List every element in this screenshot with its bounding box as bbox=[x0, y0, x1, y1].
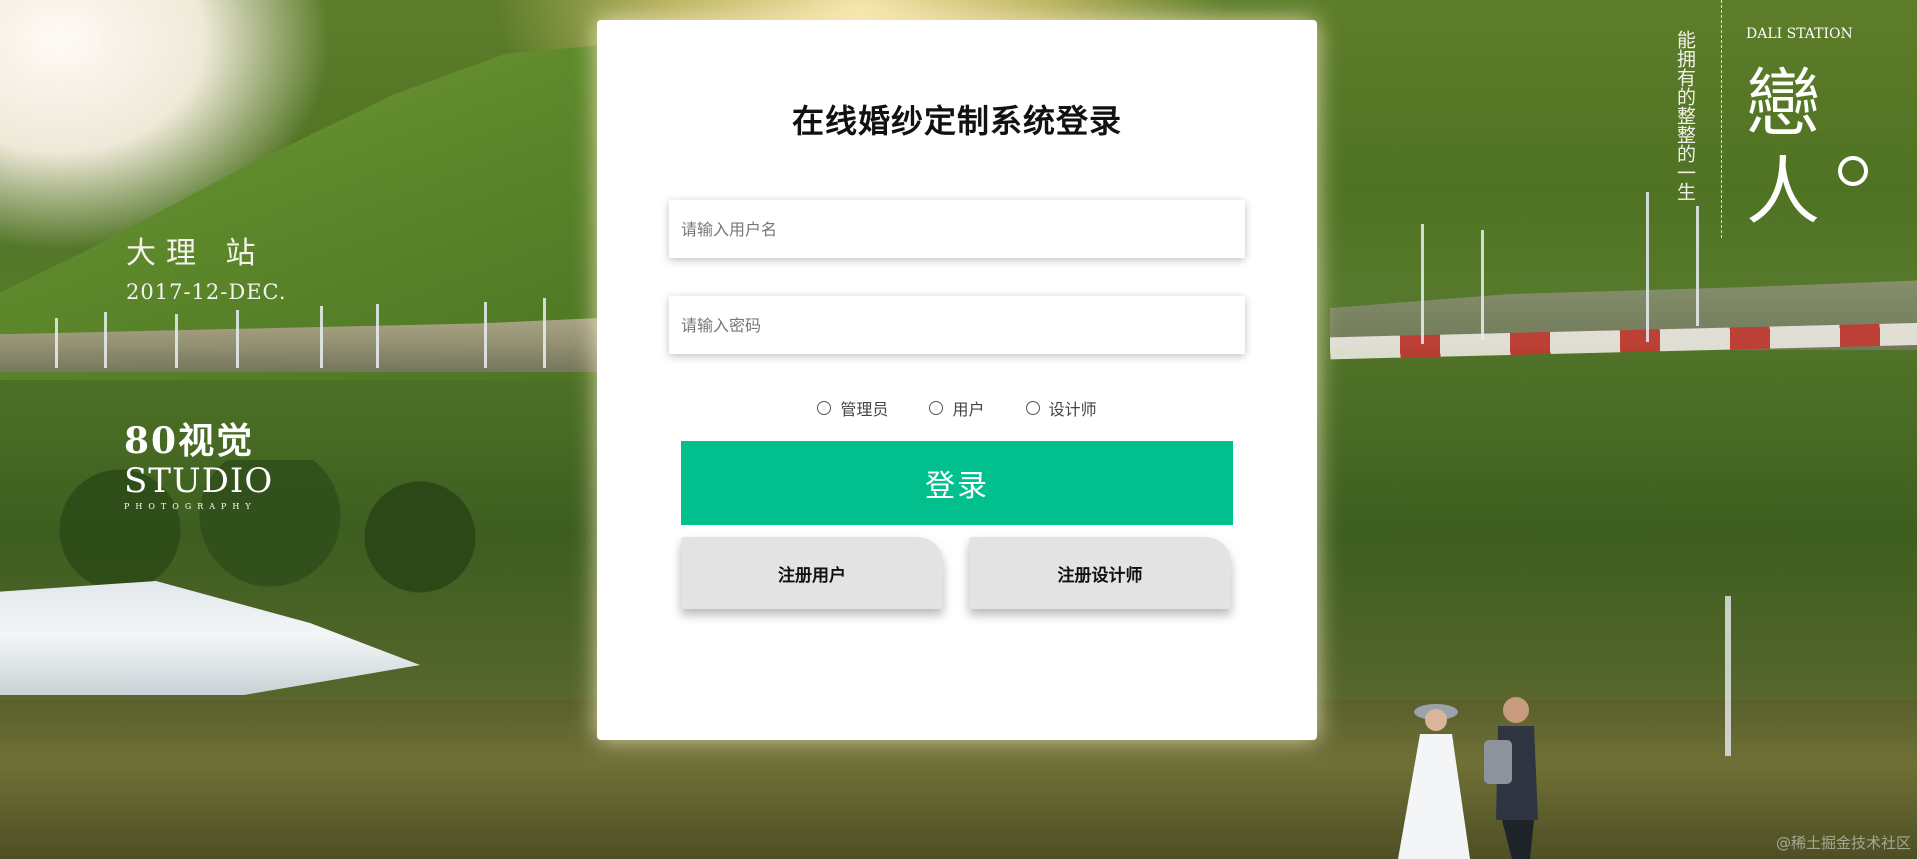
role-option-admin[interactable]: 管理员 bbox=[817, 396, 888, 420]
password-input[interactable] bbox=[669, 296, 1245, 354]
location-date: 2017-12-DEC. bbox=[126, 280, 287, 304]
location-caption: 大理 站 2017-12-DEC. bbox=[126, 228, 287, 304]
register-designer-button[interactable]: 注册设计师 bbox=[969, 537, 1231, 609]
role-label: 设计师 bbox=[1048, 400, 1097, 419]
role-option-user[interactable]: 用户 bbox=[929, 396, 985, 420]
power-pole bbox=[376, 304, 379, 368]
power-pole bbox=[543, 298, 546, 368]
page-title: 在线婚纱定制系统登录 bbox=[791, 102, 1122, 140]
username-input[interactable] bbox=[669, 200, 1245, 258]
power-pole bbox=[1481, 230, 1484, 340]
studio-logo: 80视觉 STUDIO PHOTOGRAPHY bbox=[124, 412, 273, 511]
studio-subtitle: PHOTOGRAPHY bbox=[124, 502, 257, 511]
radio-button[interactable] bbox=[1025, 401, 1040, 415]
studio-name: STUDIO bbox=[124, 461, 274, 501]
studio-brand: 80视觉 bbox=[124, 420, 255, 462]
role-label: 用户 bbox=[952, 400, 985, 419]
power-pole bbox=[320, 306, 323, 368]
decorative-title: 戀 人 bbox=[1746, 60, 1868, 236]
decorative-char: 戀 bbox=[1746, 61, 1820, 147]
power-pole bbox=[55, 318, 58, 368]
couple-photo bbox=[1398, 697, 1538, 859]
role-option-designer[interactable]: 设计师 bbox=[1025, 396, 1097, 420]
power-pole bbox=[1725, 596, 1731, 756]
radio-button[interactable] bbox=[929, 401, 944, 415]
circle-mark bbox=[1838, 156, 1868, 186]
station-label: DALI STATION bbox=[1746, 26, 1853, 42]
power-pole bbox=[1646, 192, 1649, 342]
power-pole bbox=[484, 302, 487, 368]
register-user-button[interactable]: 注册用户 bbox=[681, 537, 943, 609]
power-pole bbox=[1421, 224, 1424, 344]
power-pole bbox=[175, 314, 178, 368]
login-button[interactable]: 登录 bbox=[681, 441, 1233, 525]
power-pole bbox=[236, 310, 239, 368]
location-title: 大理 站 bbox=[126, 236, 266, 271]
watermark: @稀土掘金技术社区 bbox=[1775, 834, 1911, 852]
dashed-divider bbox=[1721, 0, 1722, 238]
role-label: 管理员 bbox=[840, 400, 889, 419]
vertical-poem: 能拥有的整整的一生 bbox=[1674, 29, 1696, 201]
power-pole bbox=[104, 312, 107, 368]
login-card: 在线婚纱定制系统登录 管理员 用户 设计师 登录 注册用户 注册设计师 bbox=[597, 20, 1317, 740]
radio-button[interactable] bbox=[817, 401, 832, 415]
background-trees bbox=[0, 460, 600, 600]
role-selector: 管理员 用户 设计师 bbox=[597, 396, 1317, 420]
